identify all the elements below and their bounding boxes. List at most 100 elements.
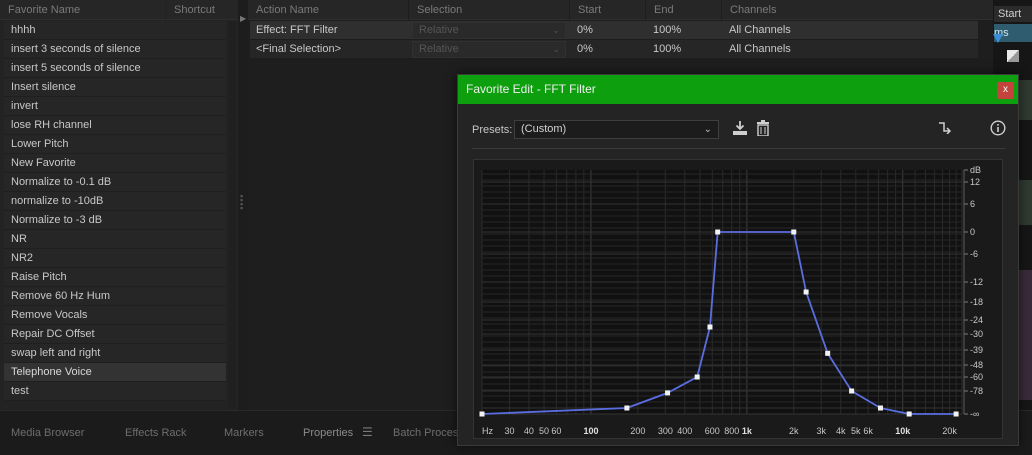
x-tick-label: 100 (583, 426, 598, 436)
channels-header[interactable]: Channels (722, 0, 993, 20)
playhead-marker-icon[interactable] (993, 34, 1003, 43)
favorite-list-item[interactable]: New Favorite (4, 154, 226, 173)
fft-filter-graph[interactable]: dB 12 6 0 -6 -12 -18 -24 -30 -39 -48 -60 -78 -∞ Hz 30 40… (473, 159, 1003, 439)
favorites-list: hhhh insert 3 seconds of silence insert 5 … (4, 21, 226, 401)
curve-control-point[interactable] (707, 324, 713, 330)
favorite-name-header[interactable]: Favorite Name (0, 0, 165, 20)
favorite-list-item[interactable]: Lower Pitch (4, 135, 226, 154)
favorite-list-item[interactable]: Insert silence (4, 78, 226, 97)
y-tick-label: -6 (970, 249, 978, 259)
trash-icon[interactable] (754, 120, 772, 138)
tab-properties[interactable]: Properties (303, 427, 353, 439)
action-start: 0% (577, 24, 593, 36)
x-tick-label: 20k (942, 426, 957, 436)
favorite-list-item[interactable]: hhhh (4, 21, 226, 40)
presets-dropdown[interactable]: (Custom) ⌄ (514, 120, 719, 139)
splitter-grip-icon[interactable]: ▪ ▪ ▪ ▪ (240, 192, 245, 214)
start-header[interactable]: Start (570, 0, 645, 20)
favorite-list-item[interactable]: invert (4, 97, 226, 116)
favorite-list-item[interactable]: insert 5 seconds of silence (4, 59, 226, 78)
favorite-list-item[interactable]: NR (4, 230, 226, 249)
curve-control-point[interactable] (906, 411, 912, 417)
curve-control-point[interactable] (791, 229, 797, 235)
shortcut-header[interactable]: Shortcut (166, 0, 238, 20)
presets-label: Presets: (472, 124, 513, 136)
selection-value: Relative (419, 24, 459, 36)
download-icon[interactable] (731, 120, 749, 138)
action-channels: All Channels (729, 43, 791, 55)
x-tick-label: 10k (895, 426, 911, 436)
y-tick-label: -60 (970, 372, 983, 382)
presets-value: (Custom) (521, 123, 567, 135)
close-button[interactable]: x (997, 82, 1014, 99)
clip-thumbnail-icon (1007, 50, 1019, 62)
dialog-title[interactable]: Favorite Edit - FFT Filter (458, 75, 1018, 104)
selection-header[interactable]: Selection (409, 0, 569, 20)
route-icon[interactable] (936, 120, 954, 138)
curve-control-point[interactable] (624, 405, 630, 411)
favorite-list-item[interactable]: normalize to -10dB (4, 192, 226, 211)
y-tick-label: 0 (970, 227, 975, 237)
favorites-scrollbar[interactable] (228, 21, 236, 409)
curve-control-point[interactable] (694, 374, 700, 380)
tab-batch-process[interactable]: Batch Proces (393, 427, 458, 439)
curve-control-point[interactable] (877, 405, 883, 411)
favorite-list-item[interactable]: Telephone Voice (4, 363, 226, 382)
curve-control-point[interactable] (665, 390, 671, 396)
fft-filter-chart[interactable]: dB1260-6-12-18-24-30-39-48-60-78-∞Hz 30 40… (474, 160, 1004, 440)
favorite-list-item[interactable]: insert 3 seconds of silence (4, 40, 226, 59)
x-tick-label: 3k (816, 426, 826, 436)
curve-control-point[interactable] (953, 411, 959, 417)
collapse-arrow-icon[interactable]: ▶ (240, 14, 246, 23)
tab-effects-rack[interactable]: Effects Rack (125, 427, 187, 439)
action-name: Effect: FFT Filter (256, 24, 338, 36)
dialog-divider (472, 148, 1005, 149)
x-tick-label: 6k (863, 426, 873, 436)
curve-control-point[interactable] (849, 388, 855, 394)
favorite-edit-dialog: Favorite Edit - FFT Filter x Presets: (C… (457, 74, 1019, 446)
favorite-list-item[interactable]: Normalize to -0.1 dB (4, 173, 226, 192)
y-tick-label: -∞ (970, 409, 979, 419)
favorite-list-item[interactable]: Normalize to -3 dB (4, 211, 226, 230)
y-tick-label: -24 (970, 315, 983, 325)
y-tick-label: 6 (970, 199, 975, 209)
favorite-list-item[interactable]: NR2 (4, 249, 226, 268)
x-tick-label: 5k (851, 426, 861, 436)
favorite-list-item[interactable]: Remove Vocals (4, 306, 226, 325)
y-tick-label: -78 (970, 386, 983, 396)
y-tick-label: 12 (970, 177, 980, 187)
chevron-down-icon: ⌄ (552, 44, 560, 54)
selection-dropdown[interactable]: Relative ⌄ (412, 22, 566, 39)
x-tick-label: 40 (524, 426, 534, 436)
action-end: 100% (653, 43, 682, 55)
y-tick-label: -30 (970, 329, 983, 339)
favorite-list-item[interactable]: lose RH channel (4, 116, 226, 135)
action-row[interactable]: Effect: FFT Filter Relative ⌄ 0% 100% All… (250, 21, 978, 40)
x-tick-label: 600 (705, 426, 720, 436)
panel-menu-icon[interactable]: ☰ (362, 425, 373, 439)
x-tick-label: 300 (658, 426, 673, 436)
action-row[interactable]: <Final Selection> Relative ⌄ 0% 100% All … (250, 40, 978, 59)
action-start: 0% (577, 43, 593, 55)
curve-control-point[interactable] (479, 411, 485, 417)
x-tick-label: 1k (742, 426, 753, 436)
favorite-list-item[interactable]: Repair DC Offset (4, 325, 226, 344)
y-tick-label: -12 (970, 277, 983, 287)
curve-control-point[interactable] (803, 289, 809, 295)
favorite-list-item[interactable]: swap left and right (4, 344, 226, 363)
x-tick-label: Hz (482, 426, 493, 436)
end-header[interactable]: End (646, 0, 721, 20)
x-tick-label: 200 (630, 426, 645, 436)
favorite-list-item[interactable]: test (4, 382, 226, 401)
tab-markers[interactable]: Markers (224, 427, 264, 439)
info-icon[interactable] (989, 120, 1007, 138)
curve-control-point[interactable] (715, 229, 721, 235)
x-tick-label: 400 (677, 426, 692, 436)
favorite-list-item[interactable]: Remove 60 Hz Hum (4, 287, 226, 306)
selection-dropdown[interactable]: Relative ⌄ (412, 41, 566, 58)
action-name-header[interactable]: Action Name (248, 0, 408, 20)
action-end: 100% (653, 24, 682, 36)
tab-media-browser[interactable]: Media Browser (11, 427, 84, 439)
favorite-list-item[interactable]: Raise Pitch (4, 268, 226, 287)
curve-control-point[interactable] (825, 350, 831, 356)
